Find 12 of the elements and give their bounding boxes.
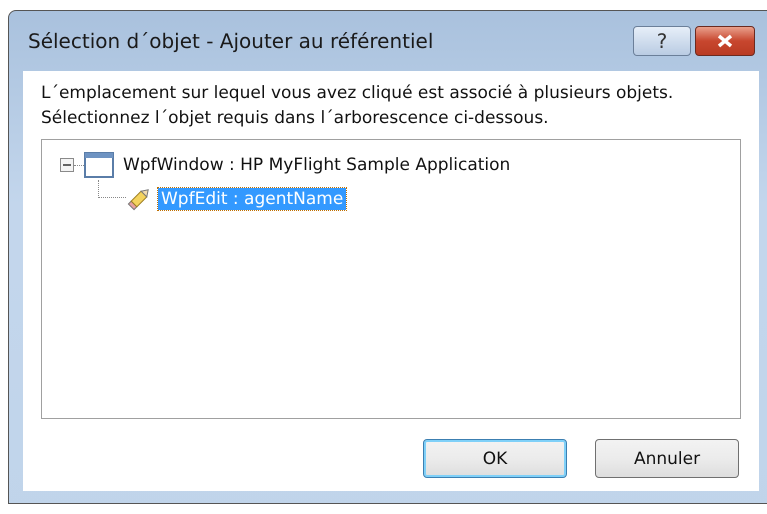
window-title: Sélection d´objet - Ajouter au référentiel bbox=[27, 29, 434, 53]
ok-button[interactable]: OK bbox=[423, 439, 567, 478]
help-button[interactable]: ? bbox=[633, 26, 691, 56]
window-icon bbox=[84, 152, 114, 178]
message-text: L´emplacement sur lequel vous avez cliqué est associé à plusieurs objets. bbox=[41, 82, 674, 105]
cancel-button[interactable]: Annuler bbox=[595, 439, 739, 478]
tree-item[interactable]: WpfWindow : HP MyFlight Sample Application bbox=[120, 154, 514, 176]
message-text: Sélectionnez l´objet requis dans l´arborescence ci-dessous. bbox=[41, 107, 550, 130]
close-icon[interactable] bbox=[716, 34, 734, 48]
close-button[interactable] bbox=[695, 26, 755, 56]
pencil-icon bbox=[126, 186, 152, 212]
collapse-icon[interactable] bbox=[60, 158, 74, 172]
